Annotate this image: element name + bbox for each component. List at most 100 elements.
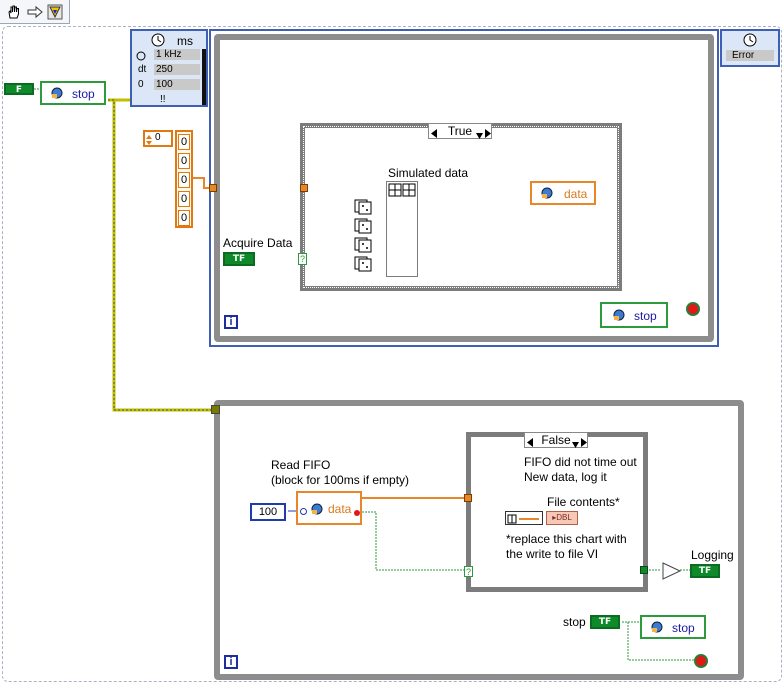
top-stop-shared-variable-read[interactable]: stop (600, 302, 668, 328)
fifo-data-shared-variable-read[interactable]: data (296, 491, 362, 525)
timed-out-output-icon (354, 510, 360, 516)
timeout-constant[interactable]: 100 (250, 503, 286, 521)
timeout-input-icon (300, 506, 307, 515)
array-element[interactable]: 0 (178, 172, 190, 188)
timed-loop-input-node[interactable]: ms 1 kHz dt 250 0 100 !! (130, 29, 208, 107)
iteration-label: i (229, 316, 233, 328)
case-dropdown-icon[interactable] (572, 437, 579, 448)
fifo-case-tunnel (464, 494, 472, 502)
index-stepper-icon[interactable] (146, 134, 152, 145)
timeout-value: 100 (258, 506, 278, 518)
array-element-value: 0 (180, 155, 188, 167)
prev-case-icon[interactable] (431, 127, 437, 138)
bottom-loop-stop-terminal[interactable] (694, 654, 708, 668)
logging-tf-label: TF (698, 566, 712, 576)
case-output-tunnel (640, 566, 648, 574)
array-element[interactable]: 0 (178, 191, 190, 207)
file-contents-node[interactable] (505, 511, 543, 525)
array-element-value: 0 (180, 174, 188, 186)
stop-tf-label: TF (598, 617, 612, 627)
top-case-selector[interactable]: True (428, 123, 492, 139)
array-element-value: 0 (180, 193, 188, 205)
read-fifo-label-2: (block for 100ms if empty) (271, 473, 410, 487)
case-dropdown-icon[interactable] (476, 128, 483, 139)
array-element[interactable]: 0 (178, 134, 190, 150)
array-to-cluster-icon (507, 513, 541, 524)
bottom-case-selector[interactable]: False (524, 432, 588, 448)
error-output: Error (726, 50, 774, 61)
bottom-case-label: False (541, 433, 571, 447)
file-contents-label: File contents* (547, 495, 620, 509)
source-row[interactable]: 1 kHz (134, 49, 200, 62)
top-case-label: True (447, 124, 473, 138)
random-number-icon (354, 218, 372, 234)
bottom-loop-iteration-terminal: i (224, 655, 238, 669)
node-scrollbar[interactable] (202, 49, 206, 105)
next-case-icon[interactable] (485, 127, 491, 138)
clock-icon (150, 32, 166, 48)
file-contents-indicator: ▸DBL (546, 511, 578, 525)
array-element[interactable]: 0 (178, 210, 190, 226)
clock-output-icon (742, 32, 758, 48)
timeout-case-tunnel: ? (464, 566, 473, 577)
top-case-tunnel (300, 184, 308, 192)
data-var-label: data (564, 187, 588, 201)
stop-control[interactable]: TF (590, 615, 620, 629)
shared-variable-icon (310, 503, 324, 515)
case-selector-terminal: ? (298, 253, 307, 265)
array-element-value: 0 (180, 212, 188, 224)
array-tunnel (209, 184, 217, 192)
shared-variable-icon (540, 187, 554, 199)
bottom-stop-shared-variable-write[interactable]: stop (640, 615, 706, 639)
shared-variable-icon (650, 621, 664, 633)
error-tunnel (211, 405, 220, 414)
dt-label: dt (138, 64, 147, 75)
acquire-data-label: Acquire Data (223, 236, 293, 250)
offset-value: 100 (154, 79, 200, 90)
stop-var-label: stop (72, 87, 95, 101)
stop-label: stop (563, 615, 586, 629)
array-constant[interactable]: 0 0 0 0 0 (175, 130, 193, 228)
array-element[interactable]: 0 (178, 153, 190, 169)
acquire-tf-label: TF (232, 254, 246, 264)
iteration-label: i (229, 656, 233, 668)
stop-shared-variable-write[interactable]: stop (40, 81, 106, 105)
timed-loop-output-node[interactable]: Error (720, 29, 780, 67)
shared-variable-icon (612, 309, 626, 321)
random-number-icon (354, 256, 372, 272)
data-var-label: data (328, 502, 352, 516)
replace-note-2: the write to file VI (506, 547, 599, 561)
simulated-data-label: Simulated data (388, 166, 469, 180)
top-case-structure (300, 123, 622, 291)
offset-label: 0 (138, 79, 144, 90)
replace-note-1: *replace this chart with (506, 532, 627, 546)
next-case-icon[interactable] (581, 436, 587, 447)
source-icon (134, 50, 148, 61)
more-indicator: !! (160, 94, 166, 105)
offset-row[interactable]: 0 100 (134, 79, 200, 92)
dt-row[interactable]: dt 250 (134, 64, 200, 77)
top-loop-iteration-terminal: i (224, 315, 238, 329)
prev-case-icon[interactable] (527, 436, 533, 447)
build-array-icon (388, 183, 416, 197)
array-element-value: 0 (180, 136, 188, 148)
logging-label: Logging (691, 548, 734, 562)
acquire-data-control[interactable]: TF (223, 252, 255, 266)
array-index[interactable]: 0 (143, 130, 173, 147)
dt-value: 250 (154, 64, 200, 75)
logging-indicator[interactable]: TF (690, 564, 720, 578)
stop-var-label: stop (634, 309, 657, 323)
false-constant[interactable]: F (4, 83, 34, 95)
read-fifo-label-1: Read FIFO (271, 458, 331, 472)
case-comment-2: New data, log it (524, 470, 607, 484)
unit-label: ms (177, 34, 193, 48)
data-shared-variable-write[interactable]: data (530, 181, 596, 205)
build-array-node[interactable] (386, 181, 418, 277)
index-value: 0 (155, 132, 161, 143)
random-number-icon (354, 199, 372, 215)
not-node[interactable] (662, 562, 682, 580)
top-loop-stop-terminal[interactable] (686, 302, 700, 316)
case-comment-1: FIFO did not time out (524, 455, 637, 469)
shared-variable-icon (50, 87, 64, 99)
false-constant-label: F (15, 85, 23, 95)
